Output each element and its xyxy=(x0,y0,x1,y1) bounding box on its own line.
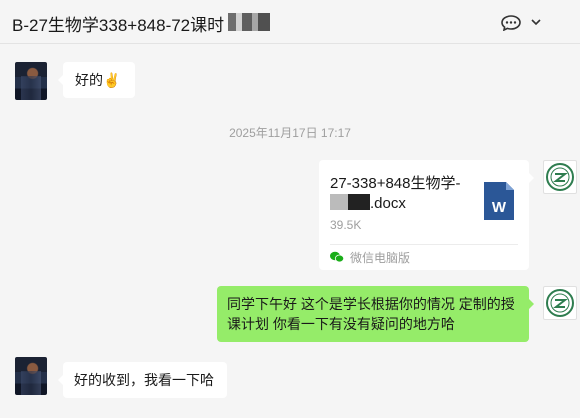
message-bubble-received[interactable]: 好的收到，我看一下哈 xyxy=(58,362,227,398)
chat-header: B-27生物学338+848-72课时 xyxy=(0,0,580,44)
contact-avatar[interactable] xyxy=(15,357,47,395)
message-bubble-received[interactable]: 好的✌️ xyxy=(58,62,135,98)
source-label: 微信电脑版 xyxy=(350,250,411,265)
chevron-down-icon[interactable] xyxy=(531,17,541,27)
word-file-icon: W xyxy=(484,182,514,220)
file-message-card[interactable]: 27-338+848生物学- .docx 39.5K W 微信电脑版 xyxy=(319,160,534,270)
word-icon-letter: W xyxy=(492,199,507,216)
message-timestamp: 2025年11月17日 17:17 xyxy=(229,126,351,140)
message-bubble-sent[interactable]: 同学下午好 这个是学长根据你的情况 定制的授课计划 你看一下有没有疑问的地方哈 xyxy=(217,286,534,342)
more-icon[interactable] xyxy=(501,15,521,31)
file-name-line-2: .docx xyxy=(370,195,406,212)
contact-avatar[interactable] xyxy=(15,62,47,100)
my-avatar[interactable] xyxy=(543,286,577,320)
school-logo-icon xyxy=(546,289,574,317)
card-divider xyxy=(330,244,518,245)
message-text: 同学下午好 这个是学长根据你的情况 定制的授课计划 你看一下有没有疑问的地方哈 xyxy=(227,296,515,332)
file-name-line-1: 27-338+848生物学- xyxy=(330,175,461,192)
chat-title: B-27生物学338+848-72课时 xyxy=(12,16,225,35)
file-name: 27-338+848生物学- .docx xyxy=(330,174,480,214)
wechat-logo-icon xyxy=(330,251,344,263)
message-text: 好的收到，我看一下哈 xyxy=(74,372,214,388)
file-source: 微信电脑版 xyxy=(330,249,410,265)
school-logo-icon xyxy=(546,163,574,191)
redacted-title-area xyxy=(228,13,270,31)
redacted-file-name-part xyxy=(330,194,370,210)
file-size: 39.5K xyxy=(330,218,362,232)
my-avatar[interactable] xyxy=(543,160,577,194)
message-text: 好的✌️ xyxy=(75,72,121,88)
